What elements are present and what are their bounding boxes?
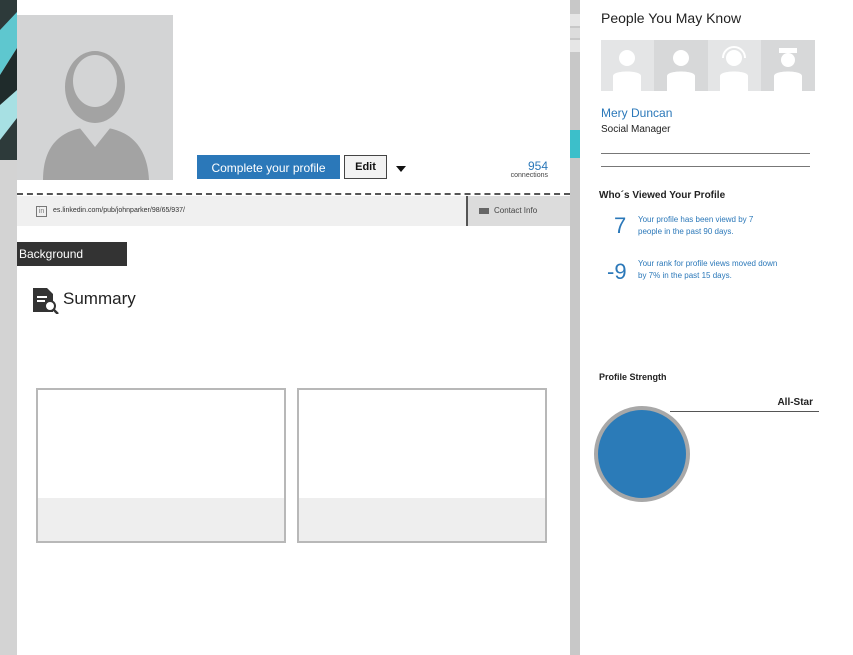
linkedin-icon: in xyxy=(36,206,47,217)
content-card[interactable] xyxy=(36,388,286,543)
profile-strength-line xyxy=(670,411,819,412)
folder-icon xyxy=(479,208,489,214)
user-silhouette-icon xyxy=(43,51,149,180)
column-divider xyxy=(570,0,580,655)
rank-change-number: -9 xyxy=(607,259,627,284)
profile-photo[interactable] xyxy=(17,15,173,180)
public-url-link[interactable]: es.linkedin.com/pub/johnparker/98/65/937… xyxy=(53,207,185,214)
summary-title: Summary xyxy=(63,289,136,308)
caret-down-icon[interactable] xyxy=(396,166,406,172)
profile-views-number: 7 xyxy=(614,213,627,238)
content-card[interactable] xyxy=(297,388,547,543)
complete-profile-button[interactable]: Complete your profile xyxy=(197,155,340,179)
card-footer xyxy=(38,498,284,541)
divider-blocks xyxy=(570,14,580,52)
profile-strength-title: Profile Strength xyxy=(599,372,667,382)
suggested-person-name[interactable]: Mery Duncan xyxy=(601,106,672,120)
connections-label: connections xyxy=(510,172,548,179)
who-viewed-title: Who´s Viewed Your Profile xyxy=(599,190,726,201)
people-you-may-know-title: People You May Know xyxy=(601,10,742,26)
background-tab[interactable]: Background xyxy=(17,242,127,266)
contact-info-label: Contact Info xyxy=(494,206,538,215)
rank-change-text[interactable]: Your rank for profile views moved down b… xyxy=(638,258,778,282)
card-footer xyxy=(299,498,545,541)
dashed-divider xyxy=(17,193,570,195)
edit-button[interactable]: Edit xyxy=(344,155,387,179)
document-search-icon xyxy=(33,288,59,314)
people-suggestions-strip[interactable] xyxy=(601,40,815,91)
sidebar-divider xyxy=(601,166,810,167)
left-strip xyxy=(0,0,17,655)
connections-count[interactable]: 954 xyxy=(500,159,548,173)
suggested-person-role: Social Manager xyxy=(601,124,671,135)
divider-accent xyxy=(570,130,580,158)
profile-strength-level: All-Star xyxy=(777,397,813,408)
profile-strength-meter xyxy=(594,406,690,502)
profile-views-text[interactable]: Your profile has been viewd by 7 people … xyxy=(638,214,778,238)
sidebar-divider xyxy=(601,153,810,154)
cover-art xyxy=(0,0,17,160)
